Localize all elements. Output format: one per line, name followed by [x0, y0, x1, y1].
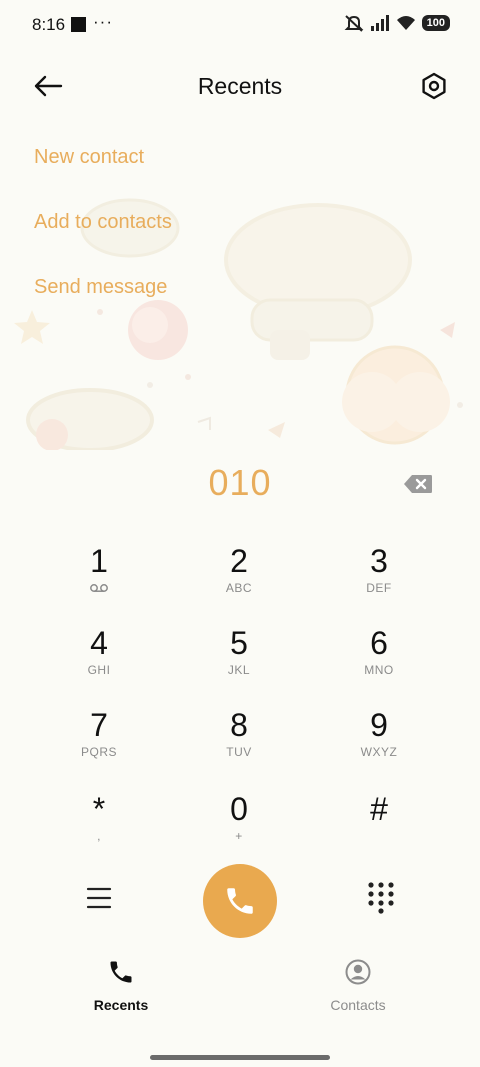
more-notifications-icon: ··· — [93, 12, 113, 31]
key-letters: , — [97, 829, 101, 843]
key-digit: 5 — [230, 625, 248, 661]
tab-contacts-label: Contacts — [330, 997, 386, 1013]
key-digit: * — [92, 791, 106, 827]
key-5[interactable]: 5 JKL — [179, 625, 299, 703]
key-2[interactable]: 2 ABC — [179, 543, 299, 621]
key-letters: JKL — [227, 663, 251, 677]
key-0[interactable]: 0 + — [179, 791, 299, 869]
key-digit: 0 — [230, 791, 248, 827]
key-star[interactable]: * , — [39, 791, 159, 869]
key-3[interactable]: 3 DEF — [319, 543, 439, 621]
status-time: 8:16 — [32, 15, 66, 34]
key-letters: DEF — [366, 581, 392, 595]
key-letters: + — [235, 829, 243, 843]
status-bar: 8:16 ··· 100 — [0, 0, 480, 48]
key-digit: 1 — [90, 543, 108, 579]
battery-indicator: 100 — [421, 15, 450, 31]
add-to-contacts-link[interactable]: Add to contacts — [34, 211, 172, 234]
new-contact-link[interactable]: New contact — [34, 146, 144, 169]
key-letters: TUV — [226, 745, 252, 759]
menu-button[interactable] — [82, 882, 116, 914]
backspace-icon — [404, 475, 432, 493]
key-digit: 2 — [230, 543, 248, 579]
status-icons: 100 — [344, 14, 450, 32]
settings-hexagon-icon — [422, 72, 446, 100]
key-letters: ABC — [225, 581, 253, 595]
key-7[interactable]: 7 PQRS — [39, 707, 159, 785]
key-letters: MNO — [364, 663, 394, 677]
key-letters: WXYZ — [360, 745, 398, 759]
phone-icon — [110, 961, 132, 983]
key-6[interactable]: 6 MNO — [319, 625, 439, 703]
key-digit: # — [370, 791, 388, 827]
key-digit: 7 — [90, 707, 108, 743]
dialpad-toggle-button[interactable] — [364, 880, 398, 914]
wifi-icon — [396, 16, 415, 30]
key-digit: 8 — [230, 707, 248, 743]
key-digit: 3 — [370, 543, 388, 579]
hamburger-menu-icon — [86, 887, 112, 909]
header: Recents — [0, 60, 480, 112]
contact-person-icon — [345, 959, 371, 985]
dialpad-grid-icon — [368, 882, 394, 914]
key-hash[interactable]: # — [319, 791, 439, 869]
send-message-link[interactable]: Send message — [34, 276, 167, 299]
settings-button[interactable] — [416, 68, 452, 104]
signal-icon — [370, 15, 389, 31]
call-button[interactable] — [203, 864, 277, 938]
key-letters: GHI — [87, 663, 111, 677]
home-indicator — [150, 1055, 330, 1060]
key-9[interactable]: 9 WXYZ — [319, 707, 439, 785]
voicemail-icon — [39, 581, 159, 597]
key-4[interactable]: 4 GHI — [39, 625, 159, 703]
key-letters — [319, 829, 439, 845]
key-8[interactable]: 8 TUV — [179, 707, 299, 785]
tab-recents[interactable]: Recents — [61, 958, 181, 1013]
mute-bell-icon — [344, 15, 364, 32]
key-digit: 6 — [370, 625, 388, 661]
key-digit: 9 — [370, 707, 388, 743]
key-digit: 4 — [90, 625, 108, 661]
page-title: Recents — [197, 73, 283, 99]
tab-contacts[interactable]: Contacts — [298, 958, 418, 1013]
key-1[interactable]: 1 — [39, 543, 159, 621]
key-letters: PQRS — [80, 745, 117, 759]
phone-icon — [227, 888, 253, 914]
backspace-button[interactable] — [403, 474, 433, 494]
tab-recents-label: Recents — [93, 997, 149, 1013]
notification-square-icon — [71, 17, 86, 32]
